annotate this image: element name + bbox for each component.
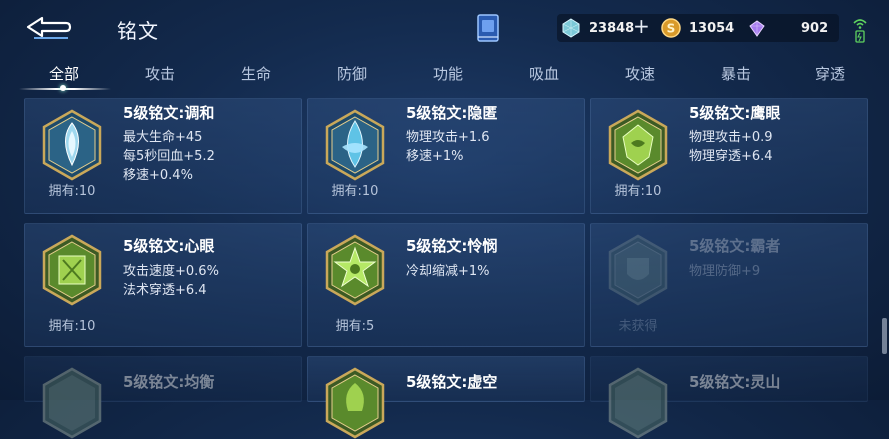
inscription-attribute: 移速+1% bbox=[406, 149, 464, 164]
inscription-card-mercy[interactable]: 5级铭文:怜悯 冷却缩减+1% 拥有:5 bbox=[307, 223, 585, 347]
inscription-attribute: 攻击速度+0.6% bbox=[123, 264, 219, 279]
mind-eye-emblem-icon bbox=[42, 234, 102, 306]
inscription-card-hawk-eye[interactable]: 5级铭文:鹰眼 物理攻击+0.9 物理穿透+6.4 拥有:10 bbox=[590, 98, 868, 214]
owned-count: 拥有:10 bbox=[48, 319, 96, 334]
inscription-attribute: 物理攻击+1.6 bbox=[406, 130, 490, 145]
owned-count: 拥有:10 bbox=[331, 184, 379, 199]
inscription-name: 5级铭文:霸者 bbox=[689, 237, 781, 255]
inscription-grid: 5级铭文:调和 最大生命+45 每5秒回血+5.2 移速+0.4% 拥有:10 … bbox=[0, 0, 889, 439]
inscription-card-stealth[interactable]: 5级铭文:隐匿 物理攻击+1.6 移速+1% 拥有:10 bbox=[307, 98, 585, 214]
scroll-handle[interactable] bbox=[882, 318, 887, 354]
inscription-attribute: 物理穿透+6.4 bbox=[689, 149, 773, 164]
inscription-attribute: 物理防御+9 bbox=[689, 264, 761, 279]
hawk-eye-emblem-icon bbox=[608, 109, 668, 181]
inscription-name: 5级铭文:怜悯 bbox=[406, 237, 498, 255]
inscription-name: 5级铭文:鹰眼 bbox=[689, 104, 781, 122]
inscription-attribute: 法术穿透+6.4 bbox=[123, 283, 207, 298]
mercy-emblem-icon bbox=[325, 234, 385, 306]
balance-emblem-icon bbox=[42, 367, 102, 439]
inscription-attribute: 物理攻击+0.9 bbox=[689, 130, 773, 145]
inscription-card-spirit-mountain[interactable]: 5级铭文:灵山 bbox=[590, 356, 868, 439]
overlord-emblem-icon bbox=[608, 234, 668, 306]
owned-count: 拥有:5 bbox=[335, 319, 375, 334]
inscription-card-void[interactable]: 5级铭文:虚空 bbox=[307, 356, 585, 439]
inscription-attribute: 移速+0.4% bbox=[123, 168, 193, 183]
spirit-mountain-emblem-icon bbox=[608, 367, 668, 439]
owned-status: 未获得 bbox=[618, 319, 658, 334]
inscription-attribute: 冷却缩减+1% bbox=[406, 264, 490, 279]
owned-count: 拥有:10 bbox=[614, 184, 662, 199]
inscription-attribute: 每5秒回血+5.2 bbox=[123, 149, 215, 164]
harmony-emblem-icon bbox=[42, 109, 102, 181]
stealth-emblem-icon bbox=[325, 109, 385, 181]
inscription-name: 5级铭文:灵山 bbox=[689, 373, 781, 391]
inscription-name: 5级铭文:调和 bbox=[123, 104, 215, 122]
inscription-card-mind-eye[interactable]: 5级铭文:心眼 攻击速度+0.6% 法术穿透+6.4 拥有:10 bbox=[24, 223, 302, 347]
void-emblem-icon bbox=[325, 367, 385, 439]
inscription-card-overlord[interactable]: 5级铭文:霸者 物理防御+9 未获得 bbox=[590, 223, 868, 347]
inscription-name: 5级铭文:均衡 bbox=[123, 373, 215, 391]
inscription-attribute: 最大生命+45 bbox=[123, 130, 203, 145]
inscription-name: 5级铭文:隐匿 bbox=[406, 104, 498, 122]
inscription-name: 5级铭文:虚空 bbox=[406, 373, 498, 391]
inscription-card-balance[interactable]: 5级铭文:均衡 bbox=[24, 356, 302, 439]
inscription-card-harmony[interactable]: 5级铭文:调和 最大生命+45 每5秒回血+5.2 移速+0.4% 拥有:10 bbox=[24, 98, 302, 214]
inscription-name: 5级铭文:心眼 bbox=[123, 237, 215, 255]
owned-count: 拥有:10 bbox=[48, 184, 96, 199]
